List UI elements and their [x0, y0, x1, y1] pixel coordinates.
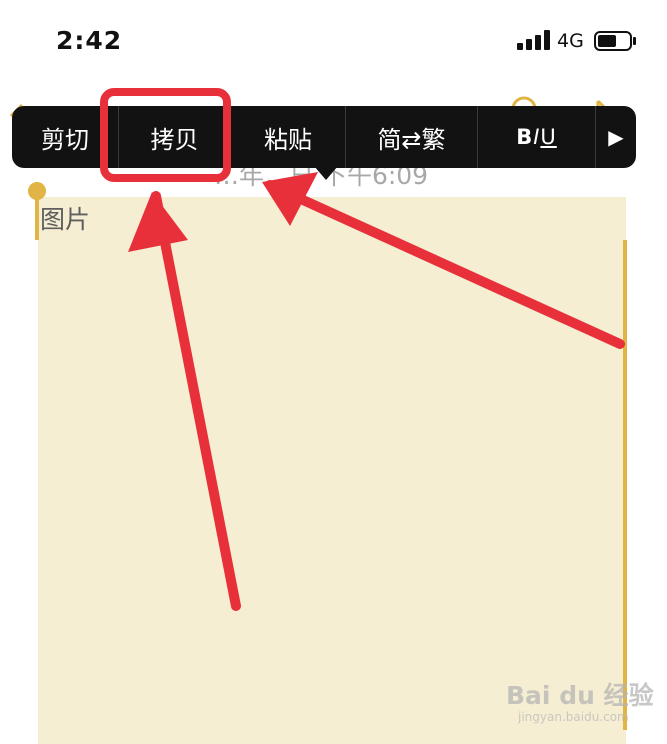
convert-simplified-traditional-menu-item[interactable]: 简⇄繁 [346, 106, 478, 168]
menu-pointer [314, 166, 338, 180]
more-arrow-icon[interactable]: ▶ [596, 106, 636, 168]
status-bar: 2:42 4G [0, 0, 667, 80]
signal-strength-icon [517, 30, 550, 50]
network-type: 4G [557, 30, 584, 52]
battery-icon [594, 31, 636, 51]
status-time: 2:42 [56, 26, 123, 55]
baidu-jingyan-watermark: Bai du 经验 jingyan.baidu.com [506, 676, 656, 734]
bold-label: B [516, 125, 534, 149]
selection-start-bar [35, 198, 39, 240]
underline-label: U [540, 125, 557, 149]
paste-menu-item[interactable]: 粘贴 [231, 106, 346, 168]
watermark-text: Bai du 经验 [506, 681, 654, 710]
text-format-menu-item[interactable]: B I U [478, 106, 596, 168]
annotation-highlight-box [100, 88, 231, 182]
watermark-subtext: jingyan.baidu.com [518, 710, 629, 724]
text-selection-highlight[interactable] [38, 197, 626, 744]
selection-end-handle[interactable] [623, 240, 627, 730]
note-text-line[interactable]: 图片 [40, 200, 90, 236]
italic-label: I [533, 125, 541, 149]
